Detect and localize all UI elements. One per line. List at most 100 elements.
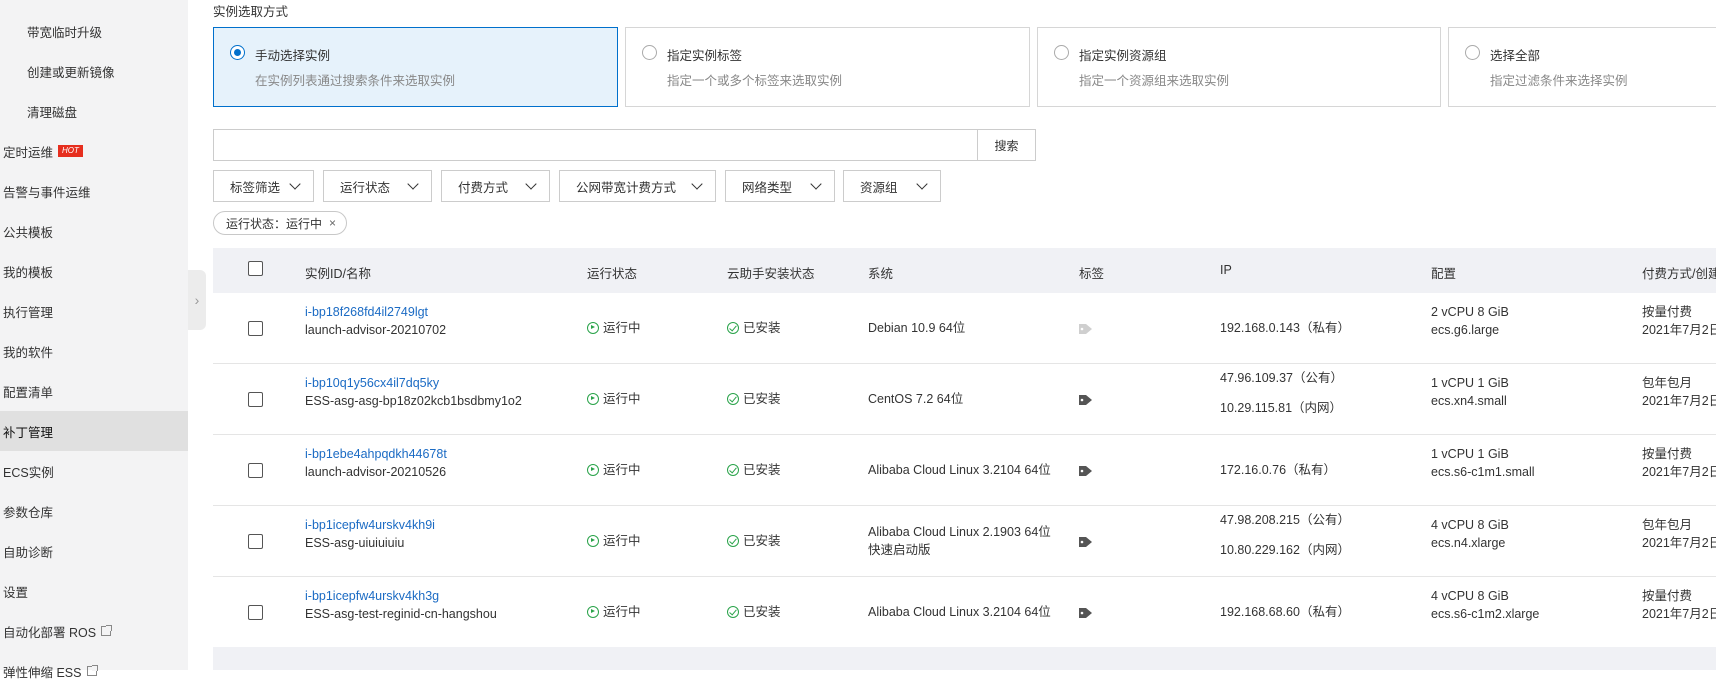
instance-id-link[interactable]: i-bp10q1y56cx4il7dq5ky — [305, 374, 439, 392]
filter-status-dropdown[interactable]: 运行状态 — [323, 170, 432, 202]
sidebar-item-bandwidth-upgrade[interactable]: 带宽临时升级 — [0, 11, 188, 51]
row-checkbox[interactable] — [248, 605, 263, 620]
mode-card-tags[interactable]: 指定实例标签 指定一个或多个标签来选取实例 — [625, 27, 1030, 107]
instance-name: ESS-asg-test-reginid-cn-hangshou — [305, 607, 497, 621]
sidebar-item-create-image[interactable]: 创建或更新镜像 — [0, 51, 188, 91]
sidebar-item-self-diagnosis[interactable]: 自助诊断 — [0, 531, 188, 571]
sidebar-collapse-handle[interactable]: › — [188, 270, 206, 330]
tag-icon[interactable] — [1079, 465, 1093, 477]
sidebar-item-label: ECS实例 — [3, 465, 54, 480]
mode-card-resource-group[interactable]: 指定实例资源组 指定一个资源组来选取实例 — [1037, 27, 1441, 107]
billing-type: 按量付费 — [1642, 305, 1693, 319]
table-row[interactable]: i-bp18f268fd4il2749lgt launch-advisor-20… — [213, 293, 1716, 364]
sidebar-item-label: 自助诊断 — [3, 545, 54, 560]
table-row[interactable]: i-bp1icepfw4urskv4kh3g ESS-asg-test-regi… — [213, 577, 1716, 648]
ip-public: 47.96.109.37（公有） — [1220, 371, 1343, 385]
search-button[interactable]: 搜索 — [978, 129, 1036, 161]
sidebar-item-ecs-instances[interactable]: ECS实例 — [0, 451, 188, 491]
sidebar-item-patch-management[interactable]: 补丁管理 — [0, 411, 188, 451]
mode-desc: 在实例列表通过搜索条件来选取实例 — [255, 74, 456, 88]
filter-tags-dropdown[interactable]: 标签筛选 — [213, 170, 314, 202]
os-edition: 快速启动版 — [868, 543, 931, 557]
row-checkbox[interactable] — [248, 321, 263, 336]
os-text: CentOS 7.2 64位 — [868, 392, 964, 406]
sidebar-item-clean-disk[interactable]: 清理磁盘 — [0, 91, 188, 131]
sidebar-item-label: 定时运维 — [3, 145, 54, 160]
filter-billing-dropdown[interactable]: 付费方式 — [441, 170, 550, 202]
row-checkbox[interactable] — [248, 463, 263, 478]
close-icon[interactable]: × — [329, 216, 336, 230]
sidebar-item-label: 我的软件 — [3, 345, 54, 360]
check-circle-icon — [727, 322, 739, 334]
sidebar-item-label: 自动化部署 ROS — [3, 625, 97, 640]
filter-network-type-dropdown[interactable]: 网络类型 — [725, 170, 835, 202]
sidebar-item-my-software[interactable]: 我的软件 — [0, 331, 188, 371]
search-input[interactable] — [213, 129, 978, 161]
instance-id-link[interactable]: i-bp1ebe4ahpqdkh44678t — [305, 445, 447, 463]
radio-selected-icon[interactable] — [230, 45, 245, 60]
billing-type: 按量付费 — [1642, 589, 1693, 603]
running-icon — [587, 606, 599, 618]
sidebar-item-label: 创建或更新镜像 — [27, 65, 115, 80]
sidebar-item-scheduled-ops[interactable]: 定时运维 HOT — [0, 131, 188, 171]
config-type: ecs.n4.xlarge — [1431, 536, 1506, 550]
agent-text: 已安装 — [743, 463, 781, 477]
active-filter-label: 运行状态：运行中 — [226, 216, 323, 231]
instance-id-link[interactable]: i-bp1icepfw4urskv4kh3g — [305, 587, 439, 605]
sidebar-item-ros[interactable]: 自动化部署 ROS — [0, 611, 188, 651]
status-text: 运行中 — [603, 392, 641, 406]
sidebar-item-inventory[interactable]: 配置清单 — [0, 371, 188, 411]
tag-icon[interactable] — [1079, 536, 1093, 548]
instance-id-link[interactable]: i-bp18f268fd4il2749lgt — [305, 303, 428, 321]
mode-card-all[interactable]: 选择全部 指定过滤条件来选择实例 — [1448, 27, 1716, 107]
tag-icon[interactable] — [1079, 323, 1093, 335]
instance-name: launch-advisor-20210702 — [305, 323, 447, 337]
selection-mode-label: 实例选取方式 — [213, 5, 289, 19]
ip-text: 192.168.68.60（私有） — [1220, 605, 1350, 619]
radio-icon[interactable] — [642, 45, 657, 60]
created-date: 2021年7月2日 — [1642, 536, 1716, 550]
billing-type: 包年包月 — [1642, 376, 1693, 390]
chevron-down-icon — [525, 178, 537, 190]
mode-desc: 指定过滤条件来选择实例 — [1490, 74, 1628, 88]
radio-icon[interactable] — [1465, 45, 1480, 60]
sidebar-item-public-templates[interactable]: 公共模板 — [0, 211, 188, 251]
table-row[interactable]: i-bp1ebe4ahpqdkh44678t launch-advisor-20… — [213, 435, 1716, 506]
radio-icon[interactable] — [1054, 45, 1069, 60]
sidebar-item-alert-ops[interactable]: 告警与事件运维 — [0, 171, 188, 211]
created-date: 2021年7月2日 — [1642, 323, 1716, 337]
active-filter-chip: 运行状态：运行中 × — [213, 211, 348, 235]
filter-resource-group-dropdown[interactable]: 资源组 — [843, 170, 941, 202]
filter-bandwidth-billing-dropdown[interactable]: 公网带宽计费方式 — [559, 170, 716, 202]
sidebar-item-parameter-store[interactable]: 参数仓库 — [0, 491, 188, 531]
agent-cell: 已安装 — [727, 319, 781, 337]
mode-title: 指定实例标签 — [667, 49, 743, 63]
config-type: ecs.xn4.small — [1431, 394, 1507, 408]
chevron-down-icon — [916, 178, 928, 190]
os-text: Alibaba Cloud Linux 2.1903 64位 — [868, 525, 1051, 539]
sidebar-item-executions[interactable]: 执行管理 — [0, 291, 188, 331]
running-icon — [587, 322, 599, 334]
tag-icon[interactable] — [1079, 394, 1093, 406]
row-checkbox[interactable] — [248, 534, 263, 549]
mode-title: 选择全部 — [1490, 49, 1541, 63]
running-icon — [587, 535, 599, 547]
instance-id-link[interactable]: i-bp1icepfw4urskv4kh9i — [305, 516, 435, 534]
table-row[interactable]: i-bp10q1y56cx4il7dq5ky ESS-asg-asg-bp18z… — [213, 364, 1716, 435]
ip-private: 10.80.229.162（内网） — [1220, 543, 1350, 557]
sidebar-item-my-templates[interactable]: 我的模板 — [0, 251, 188, 291]
instance-name: launch-advisor-20210526 — [305, 465, 447, 479]
filter-label: 付费方式 — [458, 180, 509, 195]
mode-card-manual[interactable]: 手动选择实例 在实例列表通过搜索条件来选取实例 — [213, 27, 618, 107]
header-tags: 标签 — [1079, 267, 1105, 281]
table-row[interactable]: i-bp1icepfw4urskv4kh9i ESS-asg-uiuiuiuiu… — [213, 506, 1716, 577]
select-all-checkbox[interactable] — [248, 261, 263, 276]
tag-icon[interactable] — [1079, 607, 1093, 619]
row-checkbox[interactable] — [248, 392, 263, 407]
sidebar-item-ess[interactable]: 弹性伸缩 ESS — [0, 651, 188, 691]
config-type: ecs.s6-c1m1.small — [1431, 465, 1535, 479]
agent-text: 已安装 — [743, 392, 781, 406]
sidebar-item-settings[interactable]: 设置 — [0, 571, 188, 611]
running-icon — [587, 464, 599, 476]
header-instance: 实例ID/名称 — [305, 267, 371, 281]
